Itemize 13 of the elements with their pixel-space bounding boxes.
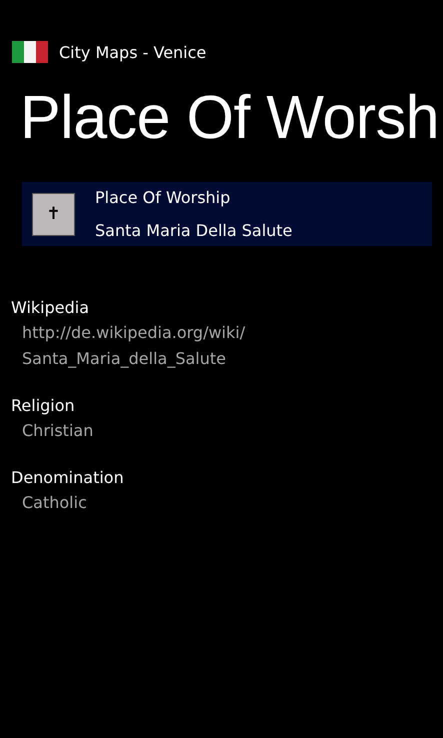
field-label: Religion <box>11 395 76 417</box>
app-title: City Maps - Venice <box>59 42 206 62</box>
place-category: Place Of Worship <box>95 186 232 208</box>
field-value: http://de.wikipedia.org/wiki/ Santa_Maria_della_Salute <box>21 322 246 370</box>
place-name: Santa Maria Della Salute <box>95 220 292 242</box>
place-card[interactable]: ✝ Place Of Worship Santa Maria Della Salute <box>22 182 432 246</box>
field-value: Christian <box>21 420 94 442</box>
field-label: Wikipedia <box>11 297 90 319</box>
field-label: Denomination <box>11 467 125 489</box>
field-value: Catholic <box>21 492 88 514</box>
cross-icon: ✝ <box>32 192 75 236</box>
flag-icon <box>12 41 48 63</box>
page-title: Place Of Worsh <box>19 82 440 153</box>
